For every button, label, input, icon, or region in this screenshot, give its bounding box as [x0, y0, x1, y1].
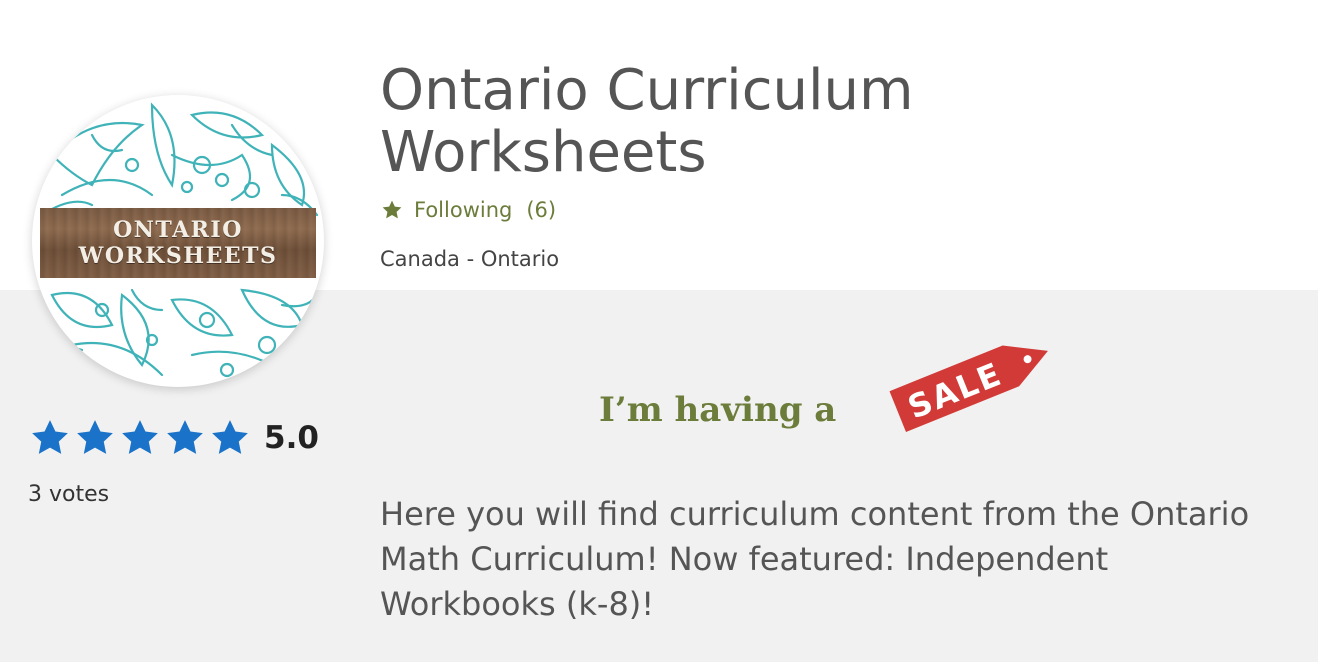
store-rating: 5.0 — [28, 418, 319, 458]
star-icon — [77, 420, 113, 454]
star-icon — [167, 420, 203, 454]
star-icon — [122, 420, 158, 454]
rating-stars — [28, 417, 252, 459]
avatar-text-line1: ONTARIO — [113, 217, 243, 243]
avatar-banner: ONTARIO WORKSHEETS — [40, 208, 316, 278]
sale-tag-icon[interactable]: SALE — [874, 312, 1069, 452]
rating-votes: 3 votes — [28, 482, 110, 507]
follow-button[interactable]: Following (6) — [380, 198, 556, 222]
rating-value: 5.0 — [264, 420, 319, 456]
store-description: Here you will find curriculum content fr… — [380, 495, 1250, 623]
follower-count: (6) — [526, 198, 557, 222]
store-avatar[interactable]: ONTARIO WORKSHEETS — [32, 95, 324, 387]
follow-label: Following — [414, 198, 513, 222]
store-location: Canada - Ontario — [380, 247, 560, 271]
star-icon — [382, 200, 402, 219]
sale-intro[interactable]: I’m having a — [599, 390, 836, 430]
star-icon — [32, 420, 68, 454]
star-icon — [212, 420, 248, 454]
store-title: Ontario Curriculum Worksheets — [380, 58, 914, 185]
avatar-text-line2: WORKSHEETS — [78, 243, 278, 269]
